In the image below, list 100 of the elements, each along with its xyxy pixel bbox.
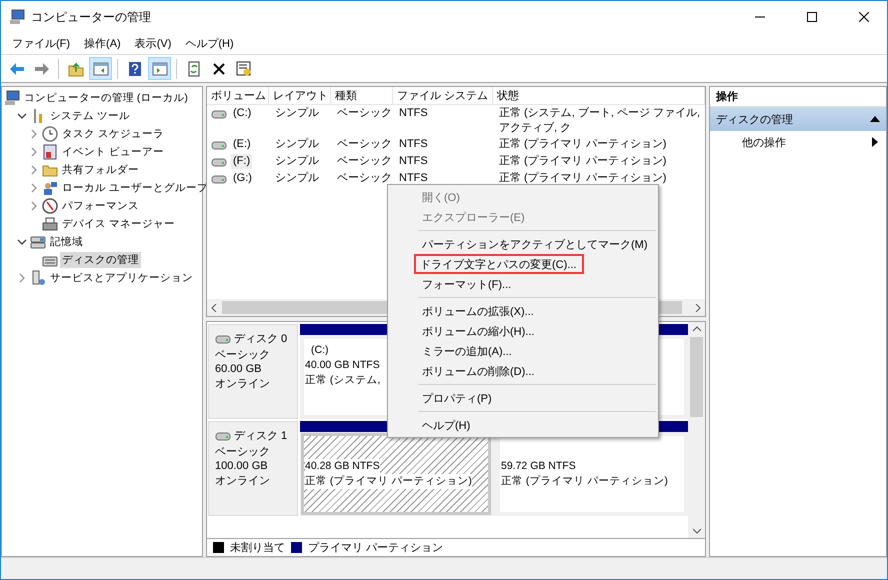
context-menu-item[interactable]: パーティションをアクティブとしてマーク(M)	[388, 234, 658, 254]
context-menu-item[interactable]: ボリュームの削除(D)...	[388, 361, 658, 381]
table-cell-text: 正常 (プライマリ パーティション)	[498, 171, 668, 186]
partition[interactable]: 59.72 GB NTFS 正常 (プライマリ パーティション)	[497, 433, 687, 515]
partition-status: 正常 (システム,	[305, 373, 380, 388]
drive-icon	[215, 334, 231, 344]
actions-section[interactable]: ディスクの管理	[710, 107, 886, 131]
column-header[interactable]: ボリューム	[207, 87, 269, 104]
tree-item[interactable]: デバイス マネージャー	[60, 216, 177, 232]
context-menu-item[interactable]: ミラーの追加(A)...	[388, 341, 658, 361]
partition-status: 正常 (プライマリ パーティション)	[305, 474, 472, 489]
tree-item[interactable]: 共有フォルダー	[60, 162, 141, 178]
table-cell-text: シンプル	[274, 171, 320, 186]
tree-item[interactable]: ローカル ユーザーとグループ	[60, 180, 210, 196]
tree-item[interactable]: システム ツール	[48, 108, 132, 124]
drive-icon	[215, 430, 231, 440]
scroll-right-icon	[694, 304, 702, 312]
log-icon	[42, 144, 58, 160]
partition-label: (C:)	[310, 343, 328, 358]
context-menu-item[interactable]: ボリュームの拡張(X)...	[388, 301, 658, 321]
vertical-scrollbar[interactable]	[688, 322, 705, 538]
tree-pane-icon	[92, 60, 108, 76]
column-header[interactable]: 状態	[493, 87, 705, 104]
tree-item[interactable]: 記憶域	[48, 234, 85, 250]
disk-status: オンライン	[215, 474, 271, 488]
disk-size: 60.00 GB	[215, 363, 262, 375]
tree-item[interactable]: ディスクの管理	[60, 252, 141, 268]
properties-icon	[236, 60, 252, 76]
scroll-down-icon	[692, 527, 700, 535]
table-cell[interactable]: (F:)	[231, 154, 252, 169]
column-header[interactable]: 種類	[331, 87, 393, 104]
table-cell-text: ベーシック	[336, 171, 393, 186]
submenu-triangle-icon	[872, 137, 878, 147]
tree-item[interactable]: イベント ビューアー	[60, 144, 166, 160]
refresh-icon	[186, 60, 202, 76]
tree-item[interactable]: パフォーマンス	[60, 198, 141, 214]
scroll-left-icon	[210, 304, 218, 312]
printer-icon	[42, 216, 58, 232]
help-icon	[126, 60, 142, 76]
column-header[interactable]: ファイル システム	[393, 87, 493, 104]
legend-label: 未割り当て	[230, 540, 285, 555]
computer-icon	[4, 90, 20, 106]
services-icon	[30, 270, 46, 286]
disk-info[interactable]: ディスク 0 ベーシック 60.00 GB オンライン	[208, 324, 298, 419]
partition[interactable]: 40.28 GB NTFS 正常 (プライマリ パーティション)	[301, 433, 491, 515]
partition-size: 40.28 GB NTFS	[305, 459, 380, 474]
table-cell-text: シンプル	[274, 154, 320, 169]
table-cell-text: シンプル	[274, 137, 320, 152]
drive-icon	[211, 140, 227, 150]
table-cell-text: NTFS	[398, 106, 429, 121]
context-menu-item[interactable]: フォーマット(F)...	[388, 274, 658, 294]
table-cell-text: ベーシック	[336, 137, 393, 152]
disk-name: ディスク 1	[234, 429, 288, 443]
maximize-icon	[807, 12, 817, 22]
table-cell[interactable]: (E:)	[231, 137, 253, 152]
table-cell-text: NTFS	[398, 154, 429, 169]
delete-icon	[210, 60, 226, 76]
table-cell-text: シンプル	[274, 106, 320, 121]
table-cell[interactable]: (C:)	[231, 106, 254, 121]
table-cell-text: NTFS	[398, 171, 429, 186]
computer-icon	[9, 9, 25, 25]
forward-arrow-icon	[34, 60, 50, 76]
table-cell-text: 正常 (プライマリ パーティション)	[498, 137, 668, 152]
folder-up-icon	[68, 60, 84, 76]
context-menu-item[interactable]: ヘルプ(H)	[388, 415, 658, 435]
context-menu-item[interactable]: ボリュームの縮小(H)...	[388, 321, 658, 341]
gauge-icon	[42, 198, 58, 214]
menu-item[interactable]: ヘルプ(H)	[178, 34, 241, 53]
table-cell[interactable]: (G:)	[231, 171, 254, 186]
tree-item[interactable]: サービスとアプリケーション	[48, 270, 195, 286]
scroll-up-icon	[692, 325, 700, 333]
drive-icon	[211, 108, 227, 118]
context-menu-item[interactable]: ドライブ文字とパスの変更(C)...	[414, 254, 584, 274]
drive-icon	[211, 156, 227, 166]
menu-item[interactable]: 表示(V)	[128, 34, 178, 53]
table-cell-text: ベーシック	[336, 154, 393, 169]
column-header[interactable]: レイアウト	[269, 87, 331, 104]
context-menu-item[interactable]: プロパティ(P)	[388, 388, 658, 408]
disk-status: オンライン	[215, 377, 271, 391]
table-cell-text: 正常 (プライマリ パーティション)	[498, 154, 668, 169]
users-icon	[42, 180, 58, 196]
table-cell-text: 正常 (システム, ブート, ページ ファイル, アクティブ, ク	[498, 106, 702, 136]
action-pane-icon	[152, 60, 168, 76]
legend-label: プライマリ パーティション	[308, 540, 444, 555]
partition-size: 59.72 GB NTFS	[501, 459, 576, 474]
storage-icon	[30, 234, 46, 250]
close-icon	[859, 12, 869, 22]
disk-type: ベーシック	[215, 445, 271, 459]
menu-item[interactable]: ファイル(F)	[5, 34, 78, 53]
back-arrow-icon	[8, 60, 24, 76]
partition-status: 正常 (プライマリ パーティション)	[501, 474, 668, 489]
tree-item[interactable]: コンピューターの管理 (ローカル)	[22, 90, 190, 106]
disk-info[interactable]: ディスク 1 ベーシック 100.00 GB オンライン	[208, 421, 298, 516]
drive-icon	[211, 174, 227, 184]
tree-item[interactable]: タスク スケジューラ	[60, 126, 166, 142]
clock-icon	[42, 126, 58, 142]
partition-size: 40.00 GB NTFS	[305, 358, 380, 373]
window-title: コンピューターの管理	[31, 8, 152, 26]
menu-item[interactable]: 操作(A)	[77, 34, 128, 53]
disk-type: ベーシック	[215, 348, 271, 362]
